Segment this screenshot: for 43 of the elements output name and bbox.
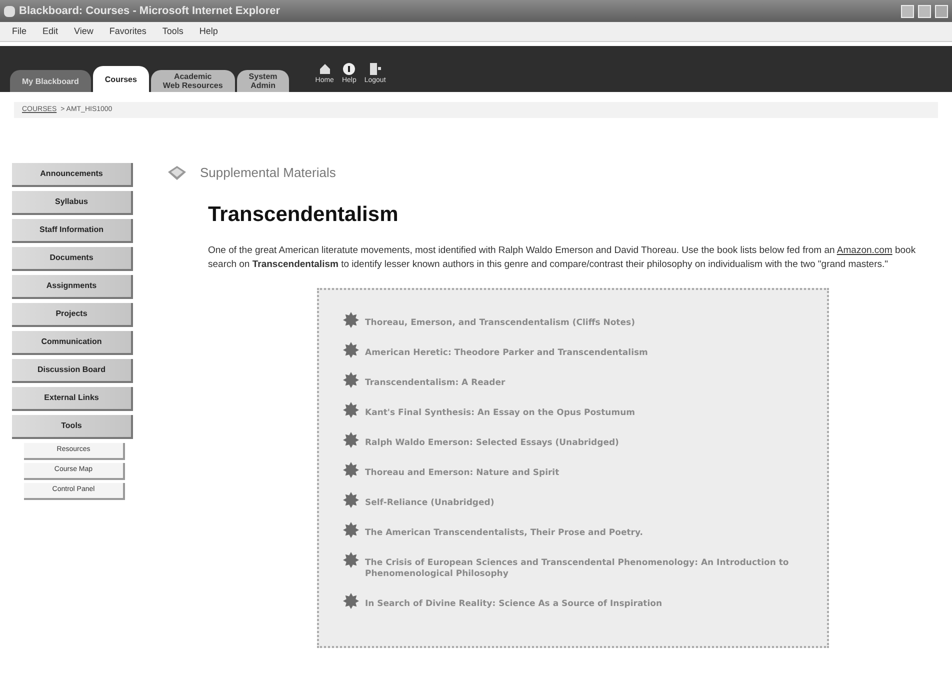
door-icon — [368, 62, 382, 76]
tab[interactable]: My Blackboard — [10, 70, 91, 92]
nav-button[interactable]: Syllabus — [12, 191, 133, 215]
book-icon — [166, 164, 188, 182]
maximize-button[interactable] — [918, 4, 931, 18]
house-icon — [318, 62, 332, 76]
gear-bullet-icon — [343, 342, 359, 358]
menu-item[interactable]: File — [12, 24, 27, 38]
gear-bullet-icon — [343, 552, 359, 568]
gear-bullet-icon — [343, 372, 359, 388]
nav-button[interactable]: External Links — [12, 387, 133, 411]
nav-button[interactable]: Announcements — [12, 163, 133, 187]
nav-button[interactable]: Tools — [12, 415, 133, 439]
minimize-button[interactable] — [901, 4, 914, 18]
menu-item[interactable]: Tools — [162, 24, 184, 38]
tab[interactable]: Academic Web Resources — [150, 70, 235, 92]
browser-icon — [4, 6, 15, 16]
gear-bullet-icon — [343, 312, 359, 328]
gear-bullet-icon — [343, 432, 359, 448]
tab[interactable]: System Admin — [236, 70, 290, 92]
gear-bullet-icon — [343, 522, 359, 538]
gear-bullet-icon — [343, 402, 359, 418]
intro-paragraph: One of the great American literatute movements, most identified with Ralph Waldo Emerson and David Thoreau. Use the book lists below fed from an Amazon.com book search on Transcendentalism to identify lesser known authors in this genre and compare/contrast their philosophy on individualism with the two "grand masters." — [208, 244, 917, 272]
menu-item[interactable]: View — [74, 24, 94, 38]
gear-bullet-icon — [343, 593, 359, 609]
gear-bullet-icon — [343, 492, 359, 508]
amazon-link[interactable]: Amazon.com — [836, 245, 892, 256]
nav-button[interactable]: Projects — [12, 303, 133, 327]
tab[interactable]: Courses — [92, 66, 149, 92]
window-title: Blackboard: Courses - Microsoft Internet Explorer — [19, 4, 280, 19]
nav-button[interactable]: Staff Information — [12, 219, 133, 243]
section-title: Supplemental Materials — [200, 164, 336, 182]
nav-button[interactable]: Discussion Board — [12, 359, 133, 383]
help-icon — [342, 62, 356, 76]
menu-item[interactable]: Edit — [42, 24, 58, 38]
nav-button[interactable]: Assignments — [12, 275, 133, 299]
gear-bullet-icon — [343, 462, 359, 478]
close-button[interactable] — [935, 4, 948, 18]
menu-item[interactable]: Help — [199, 24, 218, 38]
nav-button[interactable]: Communication — [12, 331, 133, 355]
nav-button[interactable]: Documents — [12, 247, 133, 271]
menu-item[interactable]: Favorites — [109, 24, 146, 38]
page-heading: Transcendentalism — [208, 202, 400, 228]
